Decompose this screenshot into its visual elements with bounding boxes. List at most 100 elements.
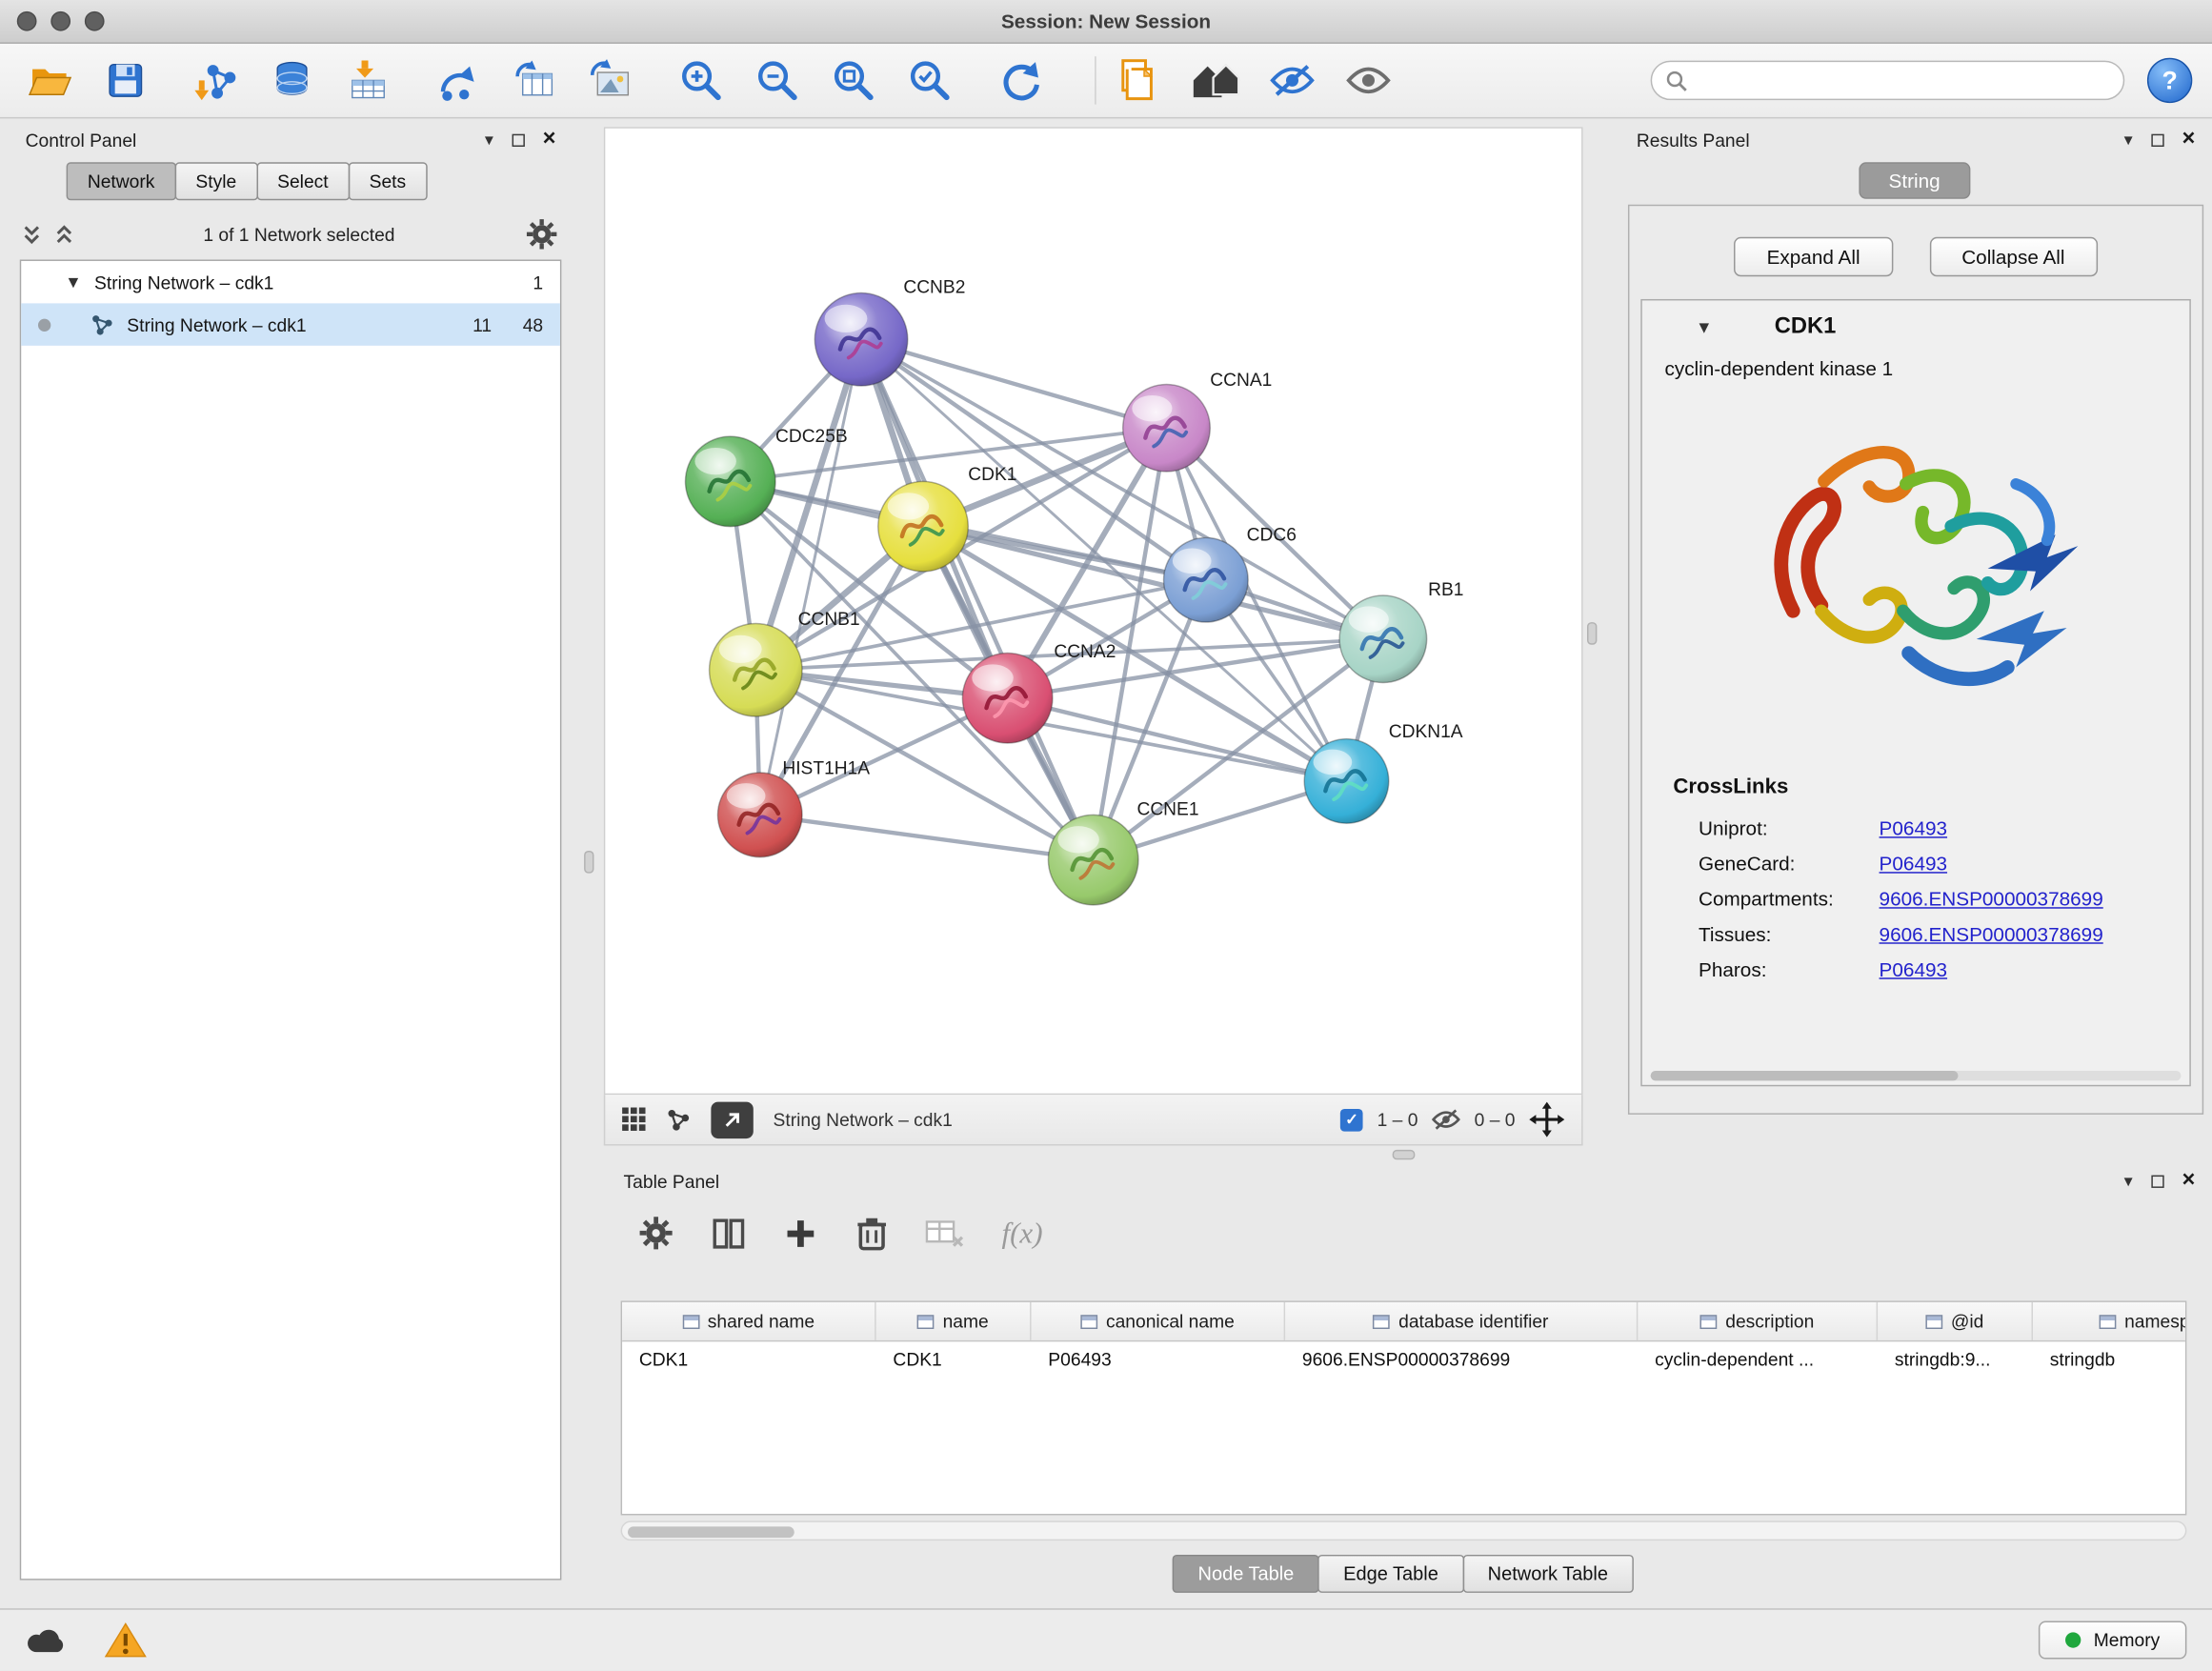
table-header-row: shared namenamecanonical namedatabase id… bbox=[622, 1302, 2186, 1341]
panel-menu-icon[interactable]: ▾ bbox=[485, 130, 493, 150]
protein-description: cyclin-dependent kinase 1 bbox=[1642, 340, 2190, 379]
collapse-triangle-icon[interactable]: ▼ bbox=[1696, 317, 1713, 337]
export-table-button[interactable] bbox=[505, 52, 564, 109]
open-file-button[interactable] bbox=[20, 52, 79, 109]
crosslink-link[interactable]: P06493 bbox=[1880, 816, 1947, 839]
zoom-in-icon bbox=[678, 58, 723, 103]
tab-style[interactable]: Style bbox=[174, 162, 257, 200]
close-panel-icon[interactable]: × bbox=[2182, 1170, 2195, 1193]
zoom-fit-button[interactable] bbox=[824, 52, 883, 109]
float-panel-icon[interactable] bbox=[2151, 133, 2163, 146]
tab-sets[interactable]: Sets bbox=[348, 162, 427, 200]
network-view[interactable]: CCNB2CCNA1CDC25BCDK1CDC6RB1CCNB1CCNA2CDK… bbox=[604, 127, 1583, 1095]
float-panel-icon[interactable] bbox=[512, 133, 524, 146]
network-collection-row[interactable]: ▼ String Network – cdk1 1 bbox=[21, 261, 560, 303]
show-all-button[interactable] bbox=[1338, 52, 1398, 109]
column-header-database-identifier[interactable]: database identifier bbox=[1285, 1302, 1638, 1340]
column-header-description[interactable]: description bbox=[1638, 1302, 1878, 1340]
table-row[interactable]: CDK1CDK1P064939606.ENSP00000378699cyclin… bbox=[622, 1341, 2186, 1379]
memory-button[interactable]: Memory bbox=[2039, 1621, 2186, 1660]
close-panel-icon[interactable]: × bbox=[543, 129, 556, 151]
collapse-all-icon[interactable] bbox=[55, 224, 73, 245]
crosslink-link[interactable]: 9606.ENSP00000378699 bbox=[1880, 887, 2103, 910]
save-session-button[interactable] bbox=[96, 52, 155, 109]
selected-checkbox-icon[interactable]: ✓ bbox=[1340, 1108, 1363, 1131]
crosslink-link[interactable]: P06493 bbox=[1880, 957, 1947, 980]
zoom-window-button[interactable] bbox=[85, 11, 105, 31]
zoom-in-button[interactable] bbox=[672, 52, 731, 109]
column-header-canonical-name[interactable]: canonical name bbox=[1032, 1302, 1286, 1340]
network-node-cdk1[interactable]: CDK1 bbox=[878, 465, 1017, 572]
column-header-namespace[interactable]: namespace bbox=[2033, 1302, 2186, 1340]
network-node-hist1h1a[interactable]: HIST1H1A bbox=[717, 759, 870, 857]
column-header--id[interactable]: @id bbox=[1878, 1302, 2033, 1340]
function-builder-button[interactable]: f(x) bbox=[1001, 1216, 1042, 1251]
cloud-icon[interactable] bbox=[26, 1625, 68, 1655]
network-graph[interactable]: CCNB2CCNA1CDC25BCDK1CDC6RB1CCNB1CCNA2CDK… bbox=[605, 129, 1581, 1094]
expand-all-icon[interactable] bbox=[23, 224, 41, 245]
network-row[interactable]: String Network – cdk1 11 48 bbox=[21, 303, 560, 345]
gear-icon[interactable] bbox=[525, 217, 559, 252]
network-node-cdc6[interactable]: CDC6 bbox=[1164, 525, 1297, 622]
splitter-handle[interactable] bbox=[584, 851, 593, 874]
home-button[interactable] bbox=[1186, 52, 1245, 109]
zoom-selected-button[interactable] bbox=[900, 52, 959, 109]
network-node-ccna1[interactable]: CCNA1 bbox=[1123, 371, 1273, 472]
tab-string[interactable]: String bbox=[1859, 162, 1969, 199]
hide-selected-button[interactable] bbox=[1262, 52, 1321, 109]
network-node-ccnb1[interactable]: CCNB1 bbox=[710, 610, 860, 716]
network-node-ccnb2[interactable]: CCNB2 bbox=[814, 278, 965, 386]
import-table-button[interactable] bbox=[338, 52, 397, 109]
export-network-button[interactable] bbox=[429, 52, 488, 109]
horizontal-scrollbar[interactable] bbox=[621, 1520, 2187, 1540]
tab-edge-table[interactable]: Edge Table bbox=[1317, 1555, 1463, 1593]
gear-icon[interactable] bbox=[637, 1215, 674, 1252]
minimize-window-button[interactable] bbox=[50, 11, 70, 31]
delete-column-icon[interactable] bbox=[855, 1215, 889, 1252]
network-edge[interactable] bbox=[861, 339, 1166, 428]
pan-crosshair-icon[interactable] bbox=[1529, 1102, 1564, 1137]
crosslink-link[interactable]: 9606.ENSP00000378699 bbox=[1880, 922, 2103, 945]
column-header-shared-name[interactable]: shared name bbox=[622, 1302, 876, 1340]
search-input[interactable] bbox=[1698, 70, 2109, 91]
tab-network-table[interactable]: Network Table bbox=[1462, 1555, 1634, 1593]
expand-all-button[interactable]: Expand All bbox=[1735, 237, 1893, 276]
hidden-eye-slash-icon[interactable] bbox=[1432, 1109, 1460, 1130]
float-panel-icon[interactable] bbox=[2151, 1175, 2163, 1187]
delete-table-icon-disabled[interactable] bbox=[925, 1217, 964, 1251]
zoom-out-button[interactable] bbox=[748, 52, 807, 109]
network-node-rb1[interactable]: RB1 bbox=[1339, 580, 1463, 683]
open-in-window-button[interactable] bbox=[711, 1101, 753, 1138]
close-panel-icon[interactable]: × bbox=[2182, 129, 2195, 151]
network-edge[interactable] bbox=[861, 339, 1094, 859]
refresh-button[interactable] bbox=[991, 52, 1050, 109]
export-image-button[interactable] bbox=[581, 52, 640, 109]
warning-icon[interactable] bbox=[105, 1621, 147, 1660]
help-button[interactable]: ? bbox=[2147, 58, 2192, 103]
documents-button[interactable] bbox=[1110, 52, 1169, 109]
column-header-name[interactable]: name bbox=[876, 1302, 1032, 1340]
birds-eye-grid-icon[interactable] bbox=[622, 1108, 646, 1132]
crosslink-link[interactable]: P06493 bbox=[1880, 852, 1947, 875]
graph-mode-icon[interactable] bbox=[666, 1107, 692, 1133]
tab-node-table[interactable]: Node Table bbox=[1173, 1555, 1319, 1593]
network-node-cdkn1a[interactable]: CDKN1A bbox=[1304, 722, 1463, 823]
collapse-all-button[interactable]: Collapse All bbox=[1929, 237, 2097, 276]
close-window-button[interactable] bbox=[17, 11, 37, 31]
folder-open-icon bbox=[26, 58, 73, 103]
import-network-file-button[interactable] bbox=[186, 52, 245, 109]
show-columns-icon[interactable] bbox=[711, 1216, 746, 1251]
tab-network[interactable]: Network bbox=[67, 162, 176, 200]
splitter-handle[interactable] bbox=[1393, 1150, 1416, 1159]
network-edge[interactable] bbox=[760, 339, 861, 815]
panel-menu-icon[interactable]: ▾ bbox=[2124, 1171, 2133, 1191]
results-scrollbar[interactable] bbox=[1651, 1071, 2182, 1080]
collapse-triangle-icon[interactable]: ▼ bbox=[65, 272, 82, 292]
panel-menu-icon[interactable]: ▾ bbox=[2124, 130, 2133, 150]
tab-select[interactable]: Select bbox=[256, 162, 350, 200]
add-column-icon[interactable] bbox=[783, 1216, 818, 1251]
network-edge[interactable] bbox=[760, 815, 1094, 859]
scrollbar-thumb[interactable] bbox=[628, 1526, 794, 1538]
splitter-handle[interactable] bbox=[1587, 622, 1597, 645]
import-network-database-button[interactable] bbox=[262, 52, 321, 109]
